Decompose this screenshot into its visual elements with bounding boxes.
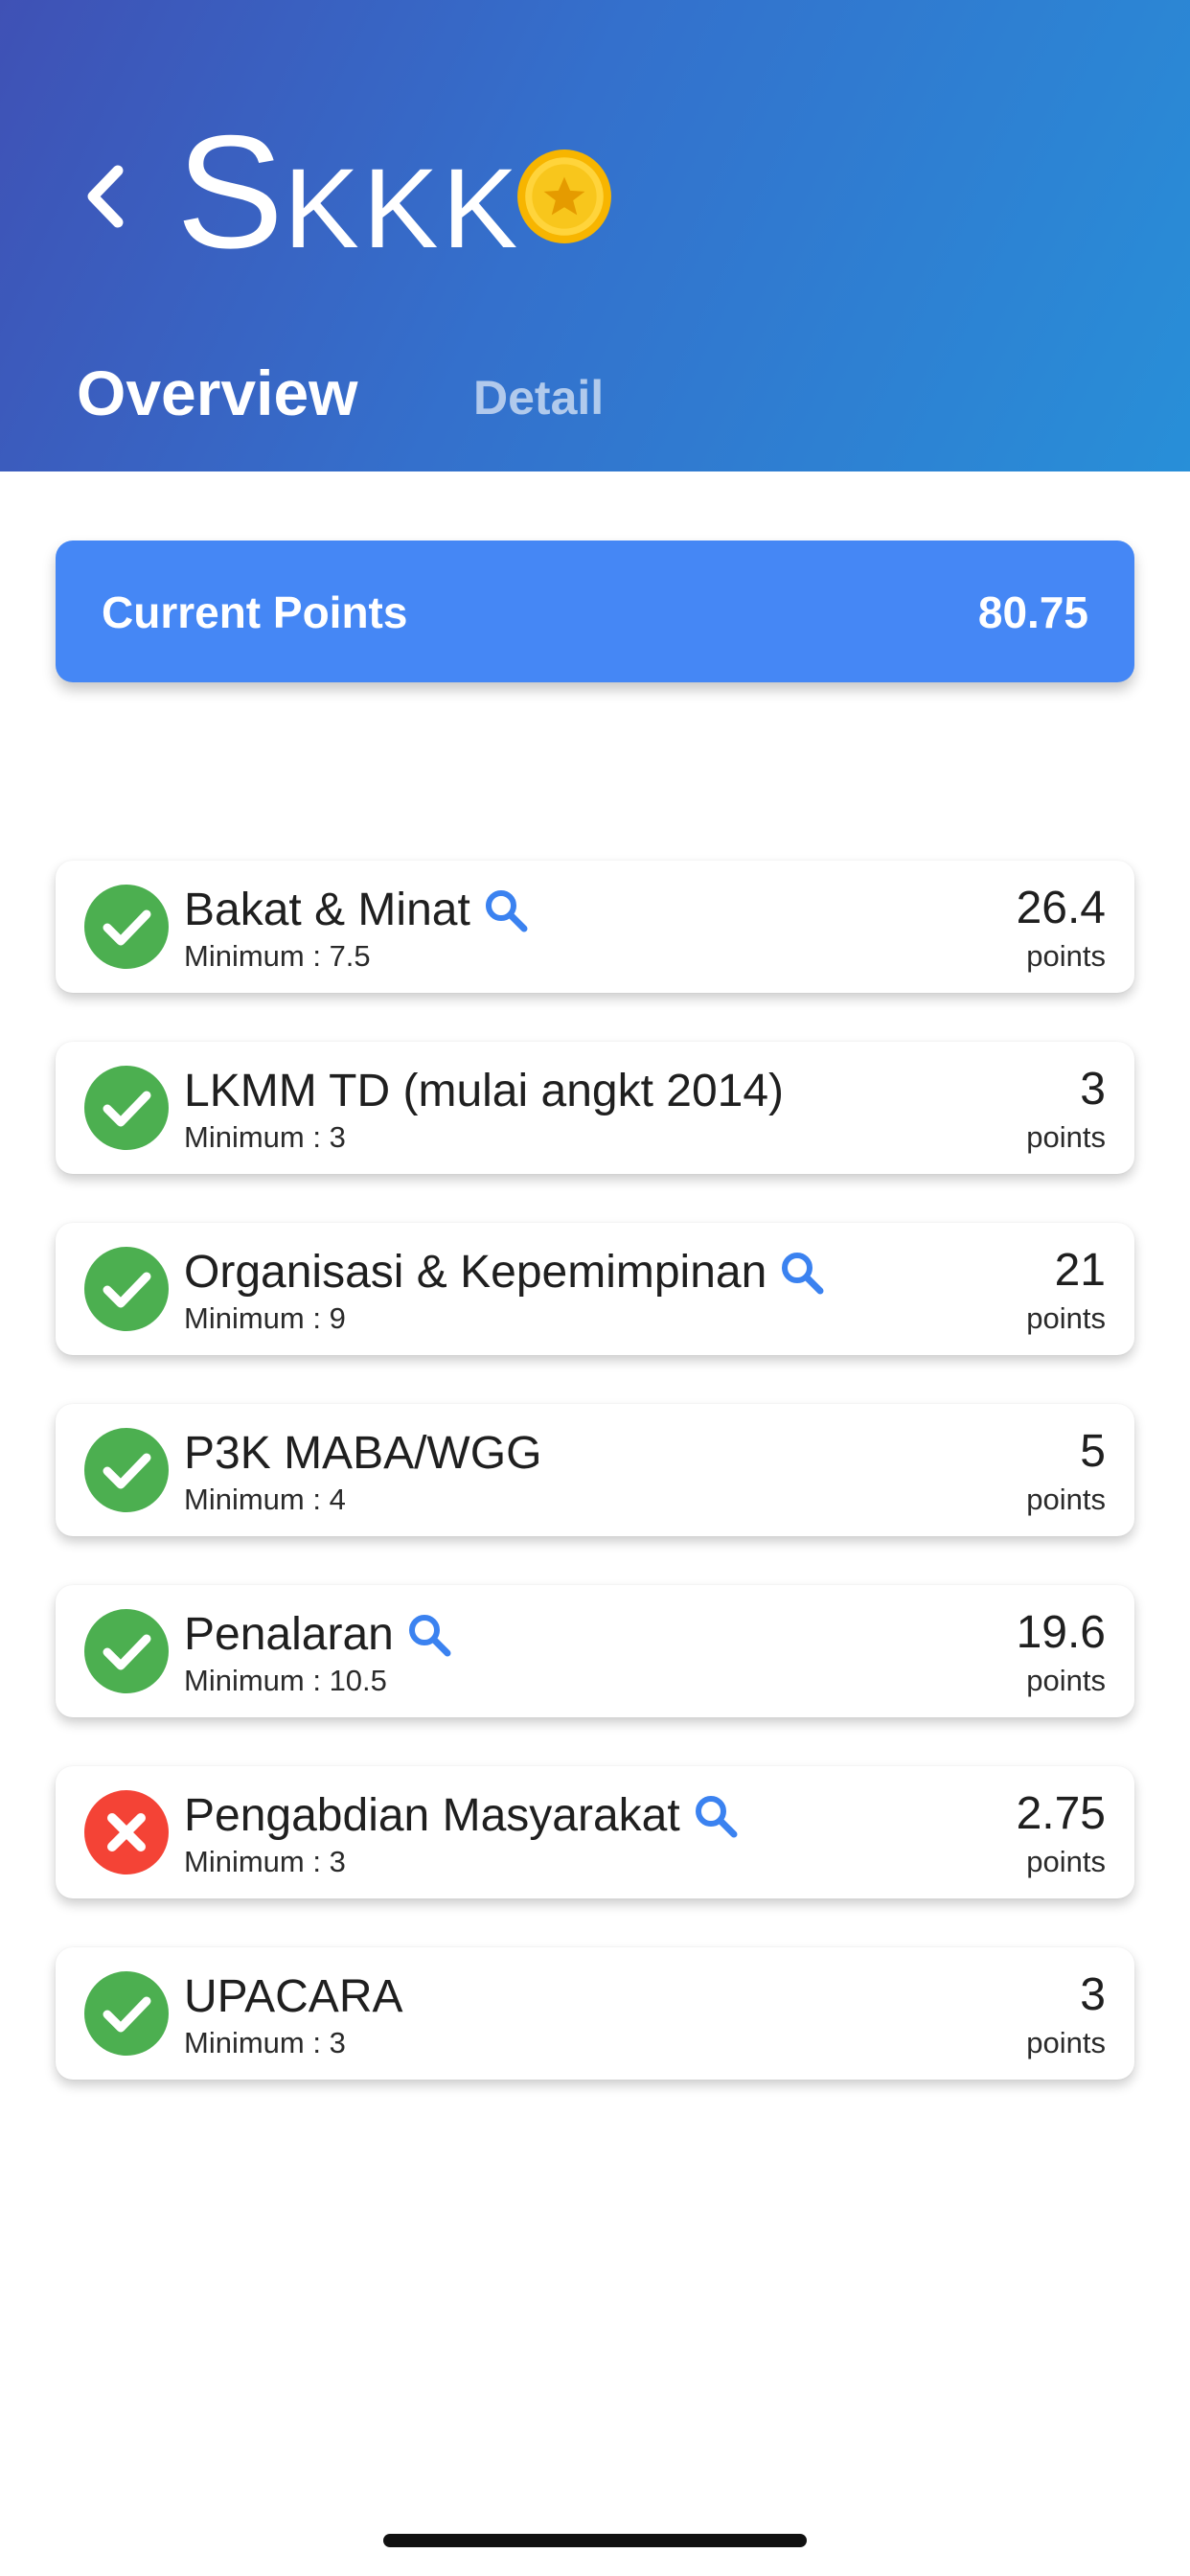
category-name-row: Penalaran (184, 1608, 451, 1661)
check-circle-icon (84, 1066, 169, 1150)
category-name-row: UPACARA (184, 1970, 403, 2023)
search-icon[interactable] (484, 888, 528, 932)
category-name-row: P3K MABA/WGG (184, 1427, 541, 1480)
check-circle-icon (84, 1971, 169, 2056)
category-name: LKMM TD (mulai angkt 2014) (184, 1066, 785, 1116)
chevron-left-icon (87, 165, 124, 228)
tab-overview[interactable]: Overview (77, 356, 358, 429)
search-icon[interactable] (780, 1251, 824, 1295)
category-points-unit: points (1026, 1664, 1106, 1697)
category-points-unit: points (1026, 1483, 1106, 1516)
category-name-row: Bakat & Minat (184, 884, 528, 936)
category-name: P3K MABA/WGG (184, 1428, 542, 1479)
category-points-value: 26.4 (1016, 883, 1106, 933)
category-minimum: Minimum : 3 (184, 1845, 346, 1878)
star-coin-icon (517, 150, 611, 243)
category-name: Bakat & Minat (184, 885, 470, 935)
category-name: Organisasi & Kepemimpinan (184, 1247, 767, 1298)
category-points-unit: points (1026, 1120, 1106, 1154)
page-title-rest: KKK (284, 146, 522, 272)
category-name: UPACARA (184, 1971, 403, 2022)
category-minimum: Minimum : 3 (184, 2026, 346, 2059)
check-circle-icon (84, 1609, 169, 1693)
category-item[interactable]: LKMM TD (mulai angkt 2014) Minimum : 3 3 po… (56, 1042, 1134, 1174)
category-name-row: LKMM TD (mulai angkt 2014) (184, 1065, 784, 1117)
search-icon[interactable] (407, 1613, 451, 1657)
category-minimum: Minimum : 10.5 (184, 1664, 387, 1697)
category-item[interactable]: Pengabdian Masyarakat Minimum : 3 2.75 poin… (56, 1766, 1134, 1898)
category-minimum: Minimum : 4 (184, 1483, 346, 1516)
category-item[interactable]: UPACARA Minimum : 3 3 points (56, 1947, 1134, 2080)
category-points-value: 3 (1080, 1064, 1106, 1115)
category-name-row: Organisasi & Kepemimpinan (184, 1246, 824, 1299)
category-name: Pengabdian Masyarakat (184, 1790, 680, 1841)
home-indicator (383, 2534, 807, 2547)
category-points-value: 21 (1054, 1245, 1106, 1296)
category-name-row: Pengabdian Masyarakat (184, 1789, 738, 1842)
back-button[interactable] (71, 153, 138, 240)
category-points-unit: points (1026, 1845, 1106, 1878)
category-item[interactable]: Penalaran Minimum : 10.5 19.6 points (56, 1585, 1134, 1717)
category-points-unit: points (1026, 1301, 1106, 1335)
check-circle-icon (84, 885, 169, 969)
category-points-unit: points (1026, 939, 1106, 973)
current-points-card: Current Points 80.75 (56, 540, 1134, 682)
cross-circle-icon (84, 1790, 169, 1874)
current-points-value: 80.75 (977, 587, 1088, 637)
current-points-label: Current Points (102, 587, 408, 637)
check-circle-icon (84, 1428, 169, 1512)
page-title: S KKK (176, 102, 521, 282)
category-item[interactable]: Bakat & Minat Minimum : 7.5 26.4 points (56, 861, 1134, 993)
category-points-unit: points (1026, 2026, 1106, 2059)
category-minimum: Minimum : 3 (184, 1120, 346, 1154)
category-points-value: 19.6 (1016, 1607, 1106, 1658)
category-points-value: 2.75 (1016, 1788, 1106, 1839)
tab-detail[interactable]: Detail (473, 370, 604, 426)
category-points-value: 3 (1080, 1969, 1106, 2020)
app-header: S KKK Overview Detail (0, 0, 1190, 472)
category-name: Penalaran (184, 1609, 394, 1660)
category-minimum: Minimum : 9 (184, 1301, 346, 1335)
category-points-value: 5 (1080, 1426, 1106, 1477)
page-title-initial: S (176, 102, 285, 282)
check-circle-icon (84, 1247, 169, 1331)
category-item[interactable]: Organisasi & Kepemimpinan Minimum : 9 21 po… (56, 1223, 1134, 1355)
category-list: Bakat & Minat Minimum : 7.5 26.4 points LKMM… (56, 861, 1134, 2128)
category-minimum: Minimum : 7.5 (184, 939, 371, 973)
search-icon[interactable] (694, 1794, 738, 1838)
category-item[interactable]: P3K MABA/WGG Minimum : 4 5 points (56, 1404, 1134, 1536)
